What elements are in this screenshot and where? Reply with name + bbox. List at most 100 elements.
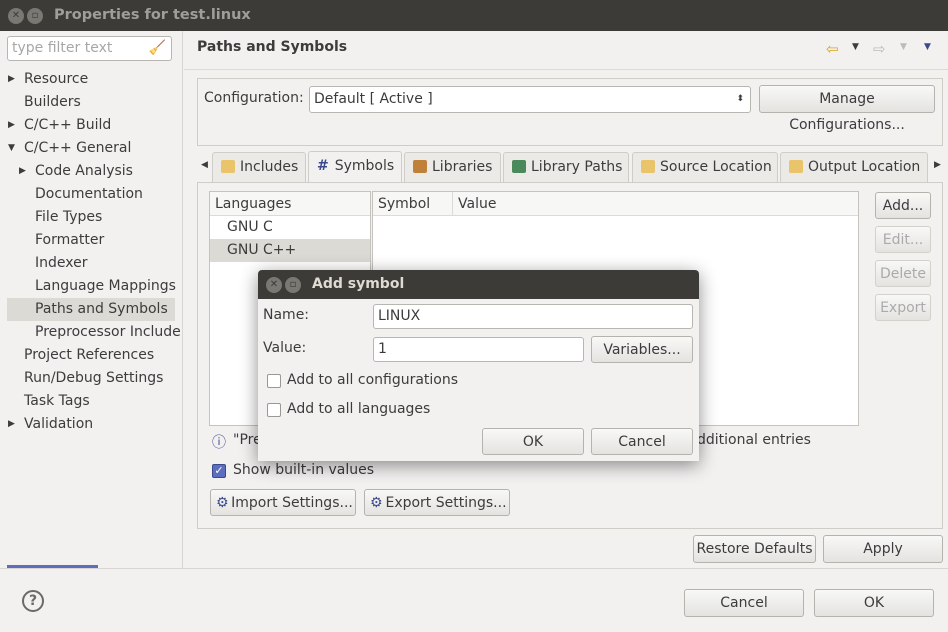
- configuration-value: Default [ Active ]: [314, 91, 433, 107]
- tree-item[interactable]: ▶ Code Analysis: [7, 160, 175, 183]
- window-titlebar: Properties for test.linux: [0, 0, 948, 31]
- output-folder-icon: [789, 160, 803, 173]
- all-configurations-label: Add to all configurations: [287, 372, 459, 388]
- all-languages-checkbox[interactable]: [267, 403, 281, 417]
- tree-item[interactable]: Indexer: [7, 252, 175, 275]
- name-label: Name:: [263, 307, 310, 323]
- export-button: Export: [875, 294, 931, 321]
- ok-button[interactable]: OK: [814, 589, 934, 617]
- tree-item[interactable]: ▶ C/C++ Build: [7, 114, 175, 137]
- clear-broom-icon[interactable]: 🧹: [149, 37, 166, 60]
- tab-scroll-left-icon[interactable]: ◀: [201, 160, 208, 170]
- expanded-arrow-icon[interactable]: ▼: [8, 137, 15, 160]
- show-builtin-checkbox[interactable]: ✓: [212, 464, 226, 478]
- dialog-close-icon[interactable]: ✕: [266, 277, 282, 293]
- close-window-icon[interactable]: ✕: [8, 8, 24, 24]
- all-configurations-checkbox[interactable]: [267, 374, 281, 388]
- tab-scroll-right-icon[interactable]: ▶: [934, 160, 941, 170]
- tab-source-location[interactable]: Source Location: [632, 152, 778, 182]
- name-input[interactable]: LINUX: [373, 304, 693, 329]
- info-icon: ⓘ: [212, 435, 226, 451]
- tree-item-label: Preprocessor Include: [35, 324, 181, 340]
- add-symbol-dialog: Add symbol ✕ ▫ Name: LINUX Value: 1 Vari…: [258, 270, 699, 461]
- show-builtin-label: Show built-in values: [233, 462, 375, 478]
- tree-item[interactable]: Language Mappings: [7, 275, 176, 298]
- export-settings-button[interactable]: ⚙ Export Settings...: [364, 489, 510, 516]
- edit-button: Edit...: [875, 226, 931, 253]
- collapsed-arrow-icon[interactable]: ▶: [8, 413, 15, 436]
- configuration-label: Configuration:: [204, 90, 304, 106]
- tree-item[interactable]: ▼ C/C++ General: [7, 137, 175, 160]
- variables-button[interactable]: Variables...: [591, 336, 693, 363]
- tree-item-label: Resource: [24, 71, 89, 87]
- divider: [184, 69, 948, 70]
- column-symbol[interactable]: Symbol: [373, 192, 453, 215]
- tree-item-label: Validation: [24, 416, 94, 432]
- configuration-select[interactable]: Default [ Active ] ⬍: [309, 86, 751, 113]
- tree-item-label: Task Tags: [24, 393, 90, 409]
- help-icon[interactable]: ?: [22, 590, 44, 612]
- collapsed-arrow-icon[interactable]: ▶: [8, 114, 15, 137]
- tree-item-label: C/C++ General: [24, 140, 132, 156]
- tree-item[interactable]: ▶ Resource: [7, 68, 175, 91]
- tree-item[interactable]: Documentation: [7, 183, 175, 206]
- symbols-table-header: Symbol Value: [373, 192, 858, 216]
- tree-item[interactable]: Project References: [7, 344, 175, 367]
- tab-library-paths[interactable]: Library Paths: [503, 152, 629, 182]
- dialog-cancel-button[interactable]: Cancel: [591, 428, 693, 455]
- apply-button[interactable]: Apply: [823, 535, 943, 563]
- tree-item[interactable]: Paths and Symbols: [7, 298, 175, 321]
- cancel-button[interactable]: Cancel: [684, 589, 804, 617]
- column-value[interactable]: Value: [453, 192, 496, 215]
- manage-configurations-button[interactable]: Manage Configurations...: [759, 85, 935, 133]
- dialog-ok-button[interactable]: OK: [482, 428, 584, 455]
- tree-item[interactable]: Run/Debug Settings: [7, 367, 175, 390]
- tree-item-label: Documentation: [35, 186, 143, 202]
- tree-item-label: Paths and Symbols: [35, 301, 168, 317]
- forward-arrow-icon: ⇨: [873, 40, 886, 58]
- hash-icon: #: [317, 158, 329, 174]
- restore-defaults-button[interactable]: Restore Defaults: [693, 535, 816, 563]
- tab-output-location[interactable]: Output Location: [780, 152, 928, 182]
- all-languages-label: Add to all languages: [287, 401, 431, 417]
- page-title: Paths and Symbols: [197, 39, 348, 55]
- filter-placeholder: type filter text: [12, 40, 113, 56]
- view-menu-icon[interactable]: ▼: [924, 42, 931, 52]
- tab-includes[interactable]: Includes: [212, 152, 306, 182]
- back-menu-icon[interactable]: ▼: [852, 42, 859, 52]
- add-button[interactable]: Add...: [875, 192, 931, 219]
- tree-item[interactable]: File Types: [7, 206, 175, 229]
- import-settings-button[interactable]: ⚙ Import Settings...: [210, 489, 356, 516]
- divider: [0, 568, 948, 569]
- tree-item[interactable]: Preprocessor Include: [7, 321, 181, 344]
- language-item[interactable]: GNU C: [210, 216, 370, 239]
- tree-item-label: C/C++ Build: [24, 117, 112, 133]
- tree-item-label: Code Analysis: [35, 163, 133, 179]
- info-text-right: dditional entries: [697, 432, 811, 448]
- source-folder-icon: [641, 160, 655, 173]
- tab-libraries[interactable]: Libraries: [404, 152, 501, 182]
- value-input[interactable]: 1: [373, 337, 584, 362]
- back-arrow-icon[interactable]: ⇦: [826, 40, 839, 58]
- tree-item-label: Indexer: [35, 255, 88, 271]
- import-icon: ⚙: [216, 495, 229, 511]
- minimize-window-icon[interactable]: ▫: [27, 8, 43, 24]
- language-item-selected[interactable]: GNU C++: [210, 239, 370, 262]
- dialog-title: Add symbol: [258, 270, 699, 299]
- tree-item[interactable]: Task Tags: [7, 390, 175, 413]
- collapsed-arrow-icon[interactable]: ▶: [8, 68, 15, 91]
- tree-item-label: Formatter: [35, 232, 105, 248]
- tree-item[interactable]: ▶ Validation: [7, 413, 175, 436]
- tree-item-label: Run/Debug Settings: [24, 370, 164, 386]
- tree-item[interactable]: Builders: [7, 91, 175, 114]
- tree-item[interactable]: Formatter: [7, 229, 175, 252]
- tab-symbols[interactable]: # Symbols: [308, 151, 402, 183]
- forward-menu-icon: ▼: [900, 42, 907, 52]
- tree-item-label: Language Mappings: [35, 278, 176, 294]
- library-paths-icon: [512, 160, 526, 173]
- delete-button: Delete: [875, 260, 931, 287]
- filter-input[interactable]: type filter text 🧹: [7, 36, 172, 61]
- tree-item-label: Project References: [24, 347, 155, 363]
- dialog-minimize-icon[interactable]: ▫: [285, 277, 301, 293]
- collapsed-arrow-icon[interactable]: ▶: [19, 160, 26, 183]
